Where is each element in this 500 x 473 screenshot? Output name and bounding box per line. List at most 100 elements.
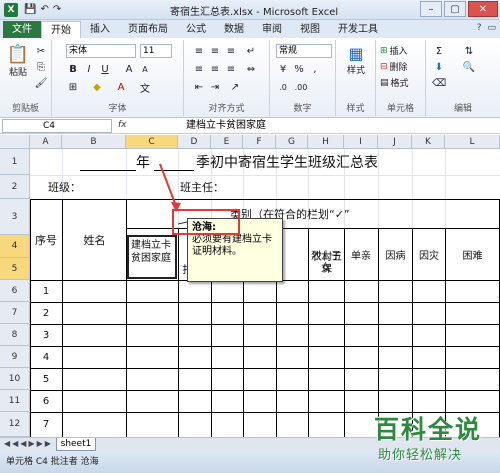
clear-icon[interactable]: ⌫ (432, 76, 446, 90)
row-header-7[interactable]: 7 (0, 302, 30, 324)
redo-icon[interactable]: ↷ (53, 4, 61, 15)
indent-decrease-icon[interactable]: ⇤ (192, 80, 206, 94)
row-header-11[interactable]: 11 (0, 390, 30, 412)
font-color-icon[interactable]: A (114, 80, 128, 94)
tab-home[interactable]: 开始 (41, 21, 81, 38)
formula-input[interactable]: 建档立卡贫困家庭 (186, 119, 266, 133)
row-number[interactable]: 5 (30, 369, 62, 390)
row-number[interactable]: 1 (30, 281, 62, 302)
row-number[interactable]: 4 (30, 347, 62, 368)
cut-icon[interactable]: ✂ (34, 44, 48, 58)
row-number[interactable]: 7 (30, 413, 62, 435)
align-top-icon[interactable]: ≡ (192, 44, 206, 58)
tab-insert[interactable]: 插入 (81, 21, 119, 38)
column-header-i[interactable]: I (344, 135, 378, 149)
phonetic-icon[interactable]: 文 (138, 80, 152, 95)
currency-icon[interactable]: ¥ (276, 62, 290, 76)
fx-icon[interactable]: fx (118, 120, 127, 130)
styles-button[interactable]: ▦ 样式 (342, 44, 370, 76)
fill-icon[interactable]: ⬇ (432, 60, 446, 74)
insert-cells-button[interactable]: ⊞ 插入 (380, 44, 408, 58)
tab-file[interactable]: 文件 (3, 21, 41, 38)
minimize-button[interactable]: – (420, 1, 442, 17)
format-cells-button[interactable]: ▤ 格式 (380, 76, 409, 90)
bold-icon[interactable]: B (66, 62, 80, 76)
maximize-button[interactable]: ▢ (444, 1, 466, 17)
title-year: 年 (136, 155, 150, 171)
row-header-1[interactable]: 1 (0, 149, 30, 175)
row-header-9[interactable]: 9 (0, 346, 30, 368)
worksheet-grid[interactable]: 年 季初中寄宿生学生班级汇总表 班级： 班主任： 序号 姓名 类别（在符合的栏划… (30, 149, 500, 437)
number-group: 常规 ¥ % , .0 .00 数字 (270, 40, 336, 116)
row-number[interactable]: 2 (30, 303, 62, 324)
column-header-k[interactable]: K (412, 135, 445, 149)
column-header-c[interactable]: C (126, 135, 178, 149)
fill-color-icon[interactable]: ◆ (90, 80, 104, 94)
copy-icon[interactable]: ⎘ (34, 60, 48, 74)
font-size-select[interactable]: 11 (140, 44, 172, 58)
cell-c4[interactable]: 建档立卡贫困家庭 (127, 235, 177, 279)
column-header-e[interactable]: E (211, 135, 243, 149)
wrap-text-icon[interactable]: ↵ (244, 44, 258, 58)
tab-page-layout[interactable]: 页面布局 (119, 21, 177, 38)
save-icon[interactable]: 💾 (24, 4, 36, 15)
increase-font-icon[interactable]: A (122, 62, 136, 76)
row-header-2[interactable]: 2 (0, 175, 30, 199)
name-box[interactable]: C4 (2, 119, 112, 133)
align-center-icon[interactable]: ≡ (208, 62, 222, 76)
increase-decimal-icon[interactable]: .0 (276, 80, 290, 94)
row-number[interactable]: 3 (30, 325, 62, 346)
autosum-icon[interactable]: Σ (432, 44, 446, 58)
percent-icon[interactable]: % (292, 62, 306, 76)
row-header-6[interactable]: 6 (0, 280, 30, 302)
align-middle-icon[interactable]: ≡ (208, 44, 222, 58)
column-header-f[interactable]: F (243, 135, 276, 149)
column-header-a[interactable]: A (30, 135, 62, 149)
decrease-font-icon[interactable]: A (138, 62, 152, 76)
sort-filter-icon[interactable]: ⇅ (462, 44, 476, 58)
minimize-ribbon-icon[interactable]: ▭ (487, 23, 496, 33)
tab-data[interactable]: 数据 (215, 21, 253, 38)
tab-review[interactable]: 审阅 (253, 21, 291, 38)
sheet-nav-arrows-icon[interactable]: ◀◀◀▶▶▶ (4, 439, 53, 448)
row-header-12[interactable]: 12 (0, 412, 30, 437)
delete-cells-button[interactable]: ⊟ 删除 (380, 60, 408, 74)
column-header-l[interactable]: L (445, 135, 500, 149)
undo-icon[interactable]: ↶ (40, 4, 48, 15)
orientation-icon[interactable]: ↗ (228, 80, 242, 94)
number-format-select[interactable]: 常规 (276, 44, 332, 58)
row-number[interactable]: 6 (30, 391, 62, 412)
row-header-4[interactable]: 4 (0, 235, 30, 258)
align-bottom-icon[interactable]: ≡ (224, 44, 238, 58)
align-right-icon[interactable]: ≡ (224, 62, 238, 76)
tab-developer[interactable]: 开发工具 (329, 21, 387, 38)
indent-increase-icon[interactable]: ⇥ (208, 80, 222, 94)
column-header-d[interactable]: D (178, 135, 211, 149)
font-name-select[interactable]: 宋体 (66, 44, 136, 58)
border-icon[interactable]: ⊞ (66, 80, 80, 94)
quick-access-toolbar: 💾 ↶ ↷ (24, 4, 61, 15)
find-select-icon[interactable]: 🔍 (462, 60, 476, 74)
row-header-3[interactable]: 3 (0, 199, 30, 235)
merge-icon[interactable]: ⇔ (244, 62, 258, 76)
sheet-tab-sheet1[interactable]: sheet1 (56, 438, 96, 451)
column-header-b[interactable]: B (62, 135, 126, 149)
row-header-5[interactable]: 5 (0, 258, 30, 280)
paste-button[interactable]: 📋 粘贴 (6, 44, 30, 78)
help-icon[interactable]: ? (477, 23, 482, 33)
row-header-10[interactable]: 10 (0, 368, 30, 390)
comma-icon[interactable]: , (308, 62, 322, 76)
column-header-j[interactable]: J (378, 135, 412, 149)
column-header-h[interactable]: H (308, 135, 344, 149)
close-button[interactable]: ✕ (468, 1, 498, 17)
underline-icon[interactable]: U (98, 62, 112, 76)
italic-icon[interactable]: I (82, 62, 96, 76)
select-all-corner[interactable] (0, 135, 30, 149)
align-left-icon[interactable]: ≡ (192, 62, 206, 76)
tab-formulas[interactable]: 公式 (177, 21, 215, 38)
format-painter-icon[interactable]: 🖌 (34, 76, 48, 90)
decrease-decimal-icon[interactable]: .00 (294, 80, 308, 94)
column-header-g[interactable]: G (276, 135, 308, 149)
tab-view[interactable]: 视图 (291, 21, 329, 38)
row-header-8[interactable]: 8 (0, 324, 30, 346)
